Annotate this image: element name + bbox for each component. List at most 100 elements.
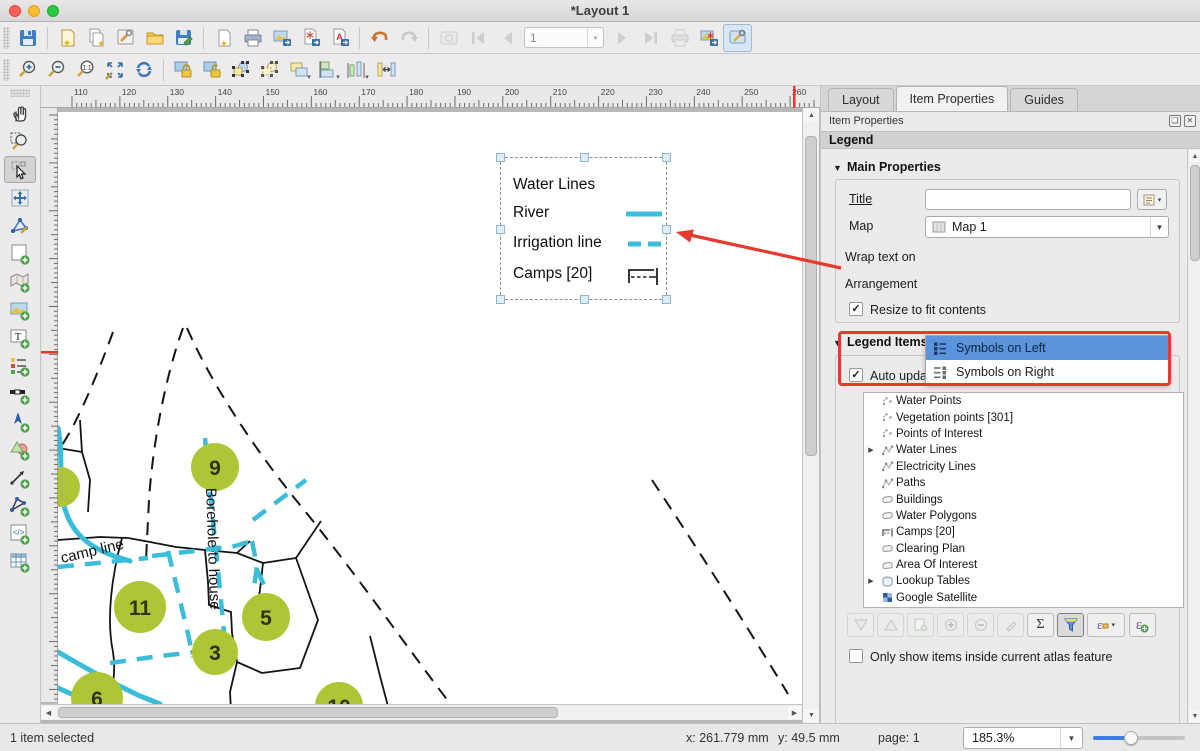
atlas-filter-checkbox[interactable] [849,649,863,663]
legend-tree-item[interactable]: ▶Lookup Tables [864,573,1183,589]
legend-tree-item[interactable]: Electricity Lines [864,459,1183,475]
zoom-in-button[interactable] [13,56,42,84]
atlas-settings-button[interactable] [723,24,752,52]
print-atlas-button[interactable] [665,24,694,52]
move-item-content-tool-button[interactable] [4,184,36,211]
scroll-right-icon[interactable]: ▶ [788,706,801,719]
legend-items-tree[interactable]: Water PointsVegetation points [301]Point… [863,392,1184,608]
lock-selected-items-button[interactable] [169,56,198,84]
resize-items-button[interactable] [372,56,401,84]
atlas-next-feature-button[interactable] [607,24,636,52]
layout-manager-button[interactable] [111,24,140,52]
edit-nodes-item-tool-button[interactable] [4,212,36,239]
refresh-view-button[interactable] [129,56,158,84]
atlas-feature-number-input[interactable] [525,31,587,45]
legend-tree-item[interactable]: Water Points [864,393,1183,409]
tab-item-properties[interactable]: Item Properties [896,86,1009,111]
new-layout-button[interactable]: ✦ [53,24,82,52]
panel-scrollbar[interactable]: ▲ ▼ [1187,149,1200,723]
panel-scroll-thumb[interactable] [1190,165,1200,261]
open-folder-button[interactable] [140,24,169,52]
zoom-tool-button[interactable] [4,128,36,155]
align-items-button[interactable]: ▾ [314,56,343,84]
remove-item-button[interactable] [967,613,994,637]
add-picture-button[interactable] [4,296,36,323]
add-3d-map-button[interactable] [4,268,36,295]
legend-tree-item[interactable]: Water Polygons [864,508,1183,524]
feature-count-button[interactable]: Σ [1027,613,1054,637]
add-map-button[interactable] [4,240,36,267]
redo-button[interactable] [394,24,423,52]
add-north-arrow-button[interactable] [4,408,36,435]
legend-title-input[interactable] [925,189,1131,210]
add-label-button[interactable]: T [4,324,36,351]
add-legend-button[interactable] [4,352,36,379]
resize-handle[interactable] [496,225,505,234]
legend-tree-item[interactable]: Paths [864,475,1183,491]
scroll-left-icon[interactable]: ◀ [42,706,55,719]
move-item-down-button[interactable] [847,613,874,637]
unlock-all-items-button[interactable] [198,56,227,84]
raise-items-button[interactable]: ▾ [285,56,314,84]
zoom-combo-dropdown-icon[interactable]: ▼ [1060,728,1082,748]
zoom-slider[interactable] [1093,736,1185,740]
resize-handle[interactable] [662,295,671,304]
legend-tree-item[interactable]: Vegetation points [301] [864,409,1183,425]
move-item-up-button[interactable] [877,613,904,637]
legend-tree-item[interactable]: Buildings [864,491,1183,507]
vertical-scroll-thumb[interactable] [805,136,817,456]
resize-handle[interactable] [662,153,671,162]
atlas-feature-number-field[interactable]: ▾ [524,27,604,48]
legend-tree-item[interactable]: Points of Interest [864,426,1183,442]
save-layout-button[interactable] [169,24,198,52]
undo-button[interactable] [365,24,394,52]
zoom-full-button[interactable] [100,56,129,84]
legend-tree-item[interactable]: Area Of Interest [864,557,1183,573]
legend-tree-item[interactable]: ▶Water Lines [864,442,1183,458]
canvas-vertical-scrollbar[interactable]: ▲ ▼ [802,108,819,723]
duplicate-layout-button[interactable]: ✦ [82,24,111,52]
toolbar-grip[interactable] [3,27,10,49]
save-project-button[interactable] [13,24,42,52]
float-panel-icon[interactable]: ❏ [1169,115,1181,127]
add-items-from-template-button[interactable]: ✦ [209,24,238,52]
legend-item-selected[interactable]: Water Lines River Irrigation line Camps … [500,157,667,300]
panel-scroll-up-icon[interactable]: ▲ [1189,150,1200,162]
add-attribute-table-button[interactable] [4,548,36,575]
option-symbols-on-right[interactable]: Symbols on Right [926,360,1168,384]
group-items-button[interactable] [227,56,256,84]
add-arrow-button[interactable] [4,464,36,491]
add-shape-button[interactable] [4,436,36,463]
add-expression-legend-button[interactable]: ε [1129,613,1156,637]
layout-page[interactable]: 9 11 5 3 6 10 camp line Borehole to hous… [58,112,803,704]
layout-canvas[interactable]: 1101201301401501601701801902002102202302… [41,86,820,723]
resize-handle[interactable] [496,153,505,162]
panel-scroll-down-icon[interactable]: ▼ [1189,710,1200,722]
export-as-svg-button[interactable]: ＊ [296,24,325,52]
select-move-item-tool-button[interactable] [4,156,36,183]
resize-handle[interactable] [580,295,589,304]
add-html-frame-button[interactable]: </> [4,520,36,547]
resize-handle[interactable] [496,295,505,304]
add-item-button[interactable] [937,613,964,637]
ungroup-items-button[interactable] [256,56,285,84]
pan-tool-button[interactable] [4,100,36,127]
tab-guides[interactable]: Guides [1010,88,1078,111]
add-node-item-button[interactable] [4,492,36,519]
filter-legend-by-map-button[interactable] [1057,613,1084,637]
tab-layout[interactable]: Layout [828,88,894,111]
zoom-slider-knob[interactable] [1124,731,1138,745]
resize-handle[interactable] [662,225,671,234]
map-item[interactable]: 9 11 5 3 6 10 camp line Borehole to hous… [58,112,803,704]
add-scalebar-button[interactable] [4,380,36,407]
zoom-out-button[interactable] [42,56,71,84]
horizontal-scroll-thumb[interactable] [58,707,558,718]
atlas-previous-feature-button[interactable] [492,24,521,52]
print-layout-button[interactable] [238,24,267,52]
resize-to-fit-checkbox[interactable]: ✓ [849,302,863,316]
export-atlas-button[interactable]: ＊ [694,24,723,52]
map-select-combo[interactable]: Map 1 ▼ [925,216,1169,238]
close-panel-icon[interactable]: ✕ [1184,115,1196,127]
scroll-down-icon[interactable]: ▼ [804,709,819,722]
zoom-actual-size-button[interactable]: 1:1 [71,56,100,84]
